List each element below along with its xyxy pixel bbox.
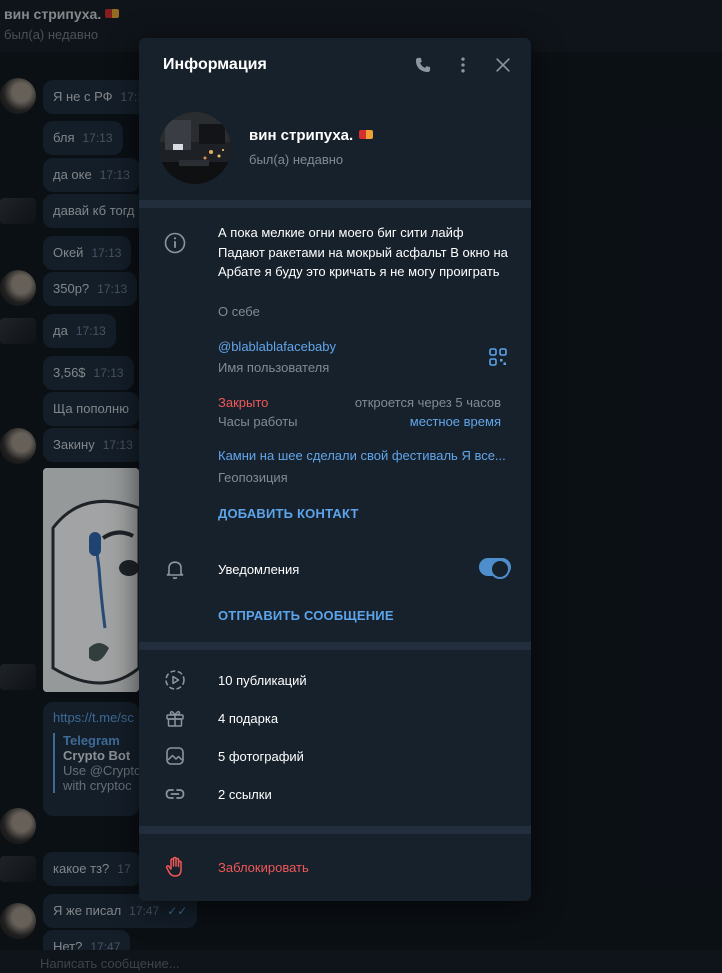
flag-icon — [359, 130, 374, 139]
photo-icon — [163, 744, 187, 768]
bio-text[interactable]: А пока мелкие огни моего биг сити лайф П… — [218, 223, 510, 282]
bell-icon — [163, 557, 187, 581]
section-divider — [139, 642, 531, 650]
block-hand-icon — [163, 855, 187, 879]
section-divider — [139, 826, 531, 834]
more-options-button[interactable] — [451, 53, 475, 77]
local-time-toggle[interactable]: местное время — [410, 414, 501, 429]
profile-avatar[interactable] — [159, 112, 231, 184]
business-hours-state: Закрыто — [218, 395, 269, 410]
media-gifts[interactable]: 4 подарка — [218, 711, 278, 726]
more-vertical-icon — [461, 57, 465, 73]
stories-icon — [163, 668, 187, 692]
send-message-button[interactable]: ОТПРАВИТЬ СООБЩЕНИЕ — [218, 608, 394, 623]
close-button[interactable] — [491, 53, 515, 77]
profile-status: был(а) недавно — [249, 152, 344, 167]
bio-label: О себе — [218, 304, 260, 319]
qr-code-icon[interactable] — [489, 348, 507, 366]
business-hours-opens: откроется через 5 часов — [354, 395, 501, 410]
location-label: Геопозиция — [218, 470, 288, 485]
close-icon — [496, 58, 510, 72]
username-label: Имя пользователя — [218, 360, 330, 375]
call-button[interactable] — [411, 53, 435, 77]
user-info-panel: Информация вин стрипуха. был(а) недавно … — [139, 38, 531, 901]
business-hours-label: Часы работы — [218, 414, 298, 429]
add-contact-button[interactable]: ДОБАВИТЬ КОНТАКТ — [218, 506, 359, 521]
username-link[interactable]: @blablablafacebaby — [218, 339, 336, 354]
media-photos[interactable]: 5 фотографий — [218, 749, 304, 764]
media-posts[interactable]: 10 публикаций — [218, 673, 307, 688]
notifications-toggle[interactable] — [479, 558, 511, 579]
notifications-label: Уведомления — [218, 562, 300, 577]
block-user-button[interactable]: Заблокировать — [218, 860, 309, 875]
phone-icon — [415, 57, 431, 73]
night-city-photo — [159, 112, 231, 184]
location-link[interactable]: Камни на шее сделали свой фестиваль Я вс… — [218, 448, 510, 463]
panel-title: Информация — [163, 56, 267, 73]
section-divider — [139, 200, 531, 208]
gift-icon — [163, 706, 187, 730]
info-icon — [163, 231, 187, 255]
link-icon — [163, 782, 187, 806]
profile-name: вин стрипуха. — [249, 127, 374, 144]
media-links[interactable]: 2 ссылки — [218, 787, 272, 802]
